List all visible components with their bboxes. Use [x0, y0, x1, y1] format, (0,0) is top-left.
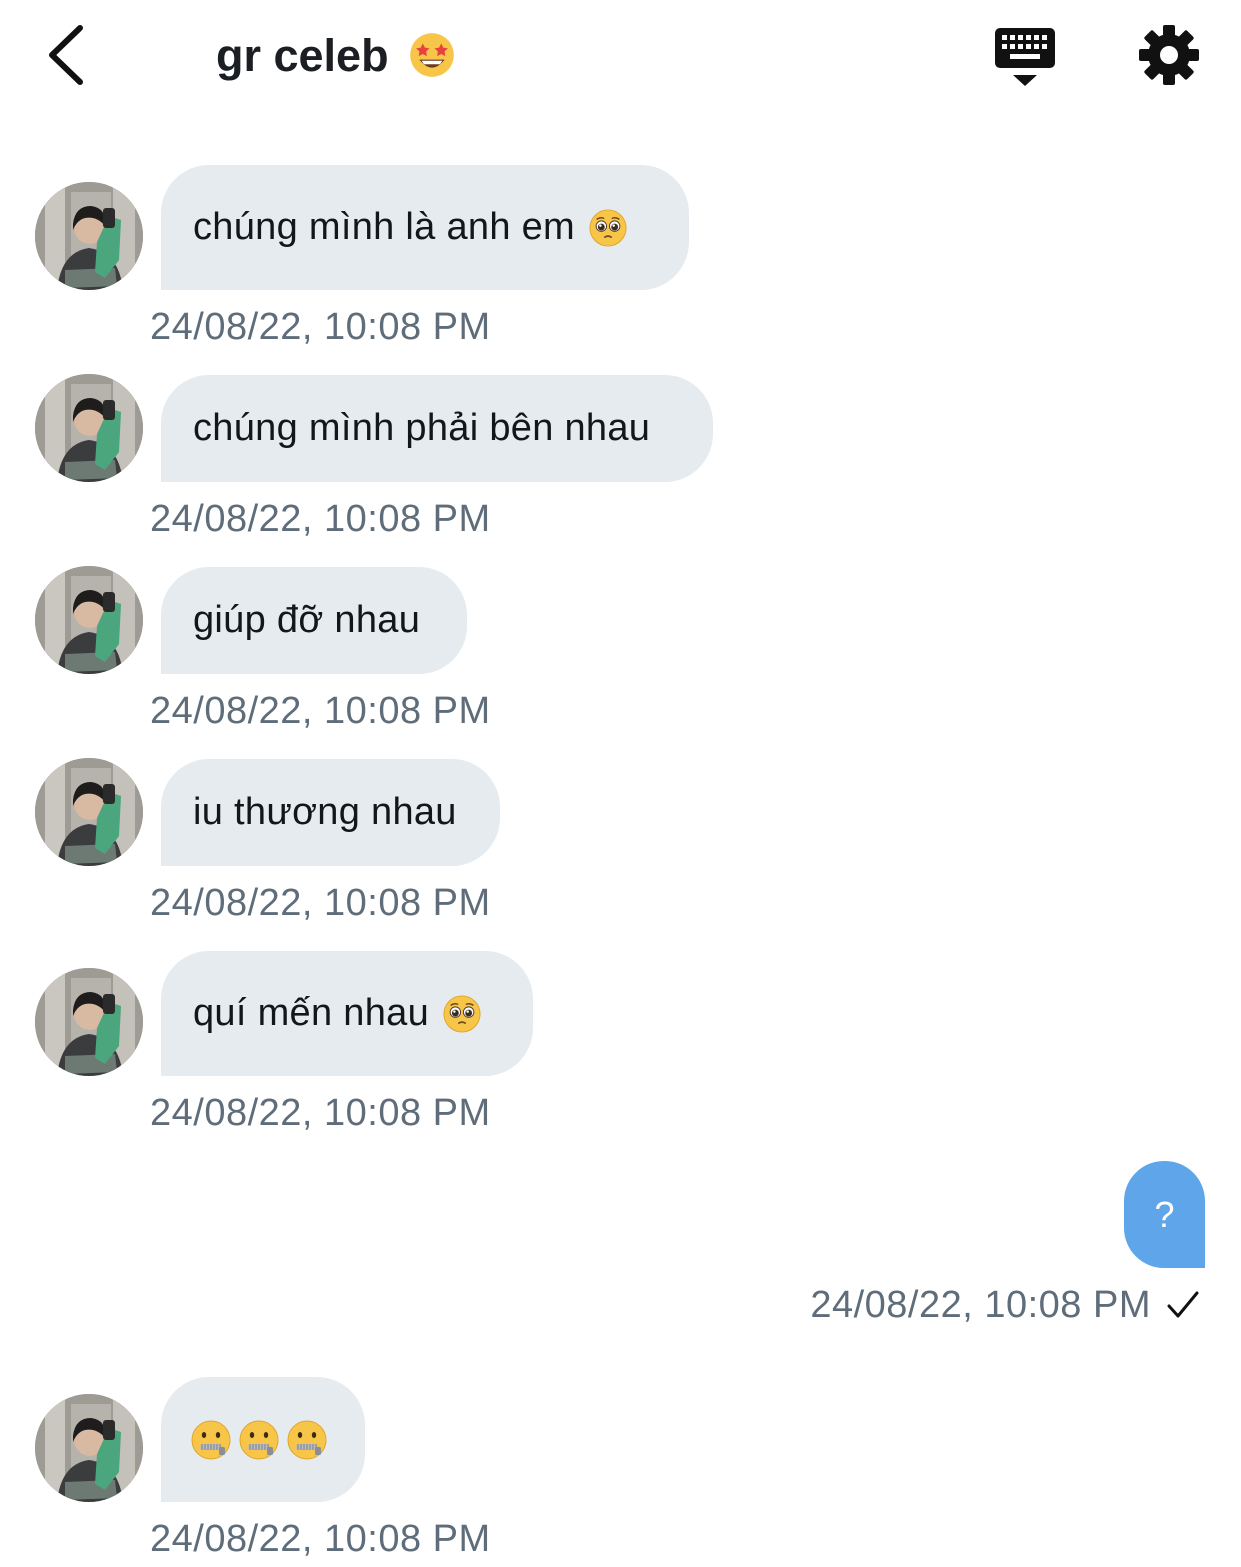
- zipper-mouth-face-emoji: [287, 1420, 327, 1459]
- message-timestamp: 24/08/22, 10:08 PM: [150, 690, 491, 732]
- gear-icon: [1139, 25, 1199, 85]
- chat-header: gr celeb: [0, 0, 1241, 120]
- message-bubble[interactable]: giúp đỡ nhau: [161, 567, 467, 674]
- avatar[interactable]: [35, 968, 143, 1076]
- settings-button[interactable]: [1138, 24, 1200, 86]
- message-bubble[interactable]: quí mến nhau: [161, 951, 533, 1076]
- avatar[interactable]: [35, 1394, 143, 1502]
- message-timestamp: 24/08/22, 10:08 PM: [150, 1092, 491, 1134]
- message-timestamp: 24/08/22, 10:08 PM: [150, 882, 491, 924]
- pleading-face-emoji: [443, 994, 481, 1033]
- keyboard-hide-icon: [995, 28, 1055, 86]
- message-timestamp: 24/08/22, 10:08 PM: [150, 306, 491, 348]
- hide-keyboard-button[interactable]: [990, 26, 1060, 90]
- message-text: iu thương nhau: [193, 791, 457, 833]
- star-struck-emoji: [410, 33, 454, 77]
- message-text: chúng mình phải bên nhau: [193, 407, 651, 449]
- message-timestamp: 24/08/22, 10:08 PM: [150, 1518, 491, 1560]
- outgoing-message-bubble[interactable]: ?: [1124, 1161, 1205, 1268]
- message-text: giúp đỡ nhau: [193, 599, 421, 641]
- outgoing-message-text: ?: [1154, 1193, 1175, 1235]
- zipper-mouth-face-emoji: [191, 1420, 231, 1459]
- back-button[interactable]: [40, 22, 100, 88]
- message-bubble[interactable]: iu thương nhau: [161, 759, 500, 866]
- chevron-left-icon: [49, 25, 83, 85]
- pleading-face-emoji: [589, 208, 627, 247]
- message-text: chúng mình là anh em: [193, 206, 576, 248]
- conversation-title[interactable]: gr celeb: [216, 30, 455, 82]
- avatar[interactable]: [35, 758, 143, 866]
- avatar[interactable]: [35, 566, 143, 674]
- zipper-mouth-face-emoji: [239, 1420, 279, 1459]
- conversation-title-text: gr celeb: [216, 30, 389, 81]
- message-text: quí mến nhau: [193, 992, 429, 1034]
- message-bubble[interactable]: chúng mình là anh em: [161, 165, 689, 290]
- outgoing-message-timestamp: 24/08/22, 10:08 PM: [810, 1284, 1151, 1326]
- message-bubble[interactable]: chúng mình phải bên nhau: [161, 375, 713, 482]
- checkmark-icon: [1167, 1291, 1199, 1318]
- avatar[interactable]: [35, 374, 143, 482]
- message-bubble[interactable]: [161, 1377, 365, 1502]
- message-timestamp: 24/08/22, 10:08 PM: [150, 498, 491, 540]
- avatar[interactable]: [35, 182, 143, 290]
